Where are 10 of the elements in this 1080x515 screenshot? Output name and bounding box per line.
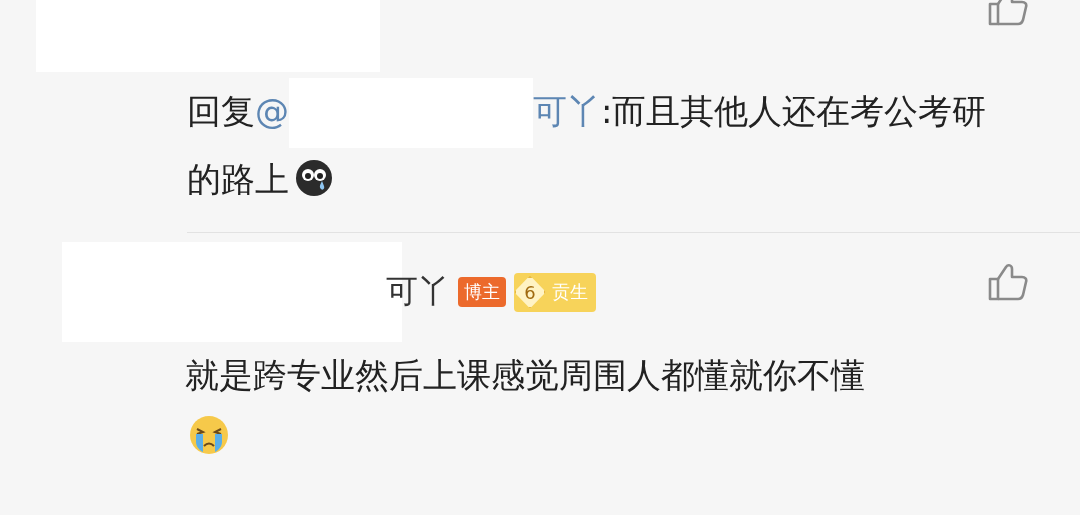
mention-link[interactable]: @ bbox=[255, 90, 289, 131]
comment-text: 就是跨专业然后上课感觉周围人都懂就你不懂 bbox=[185, 354, 866, 397]
rank-badge: 6 贡生 bbox=[514, 272, 596, 312]
username[interactable]: 可丫 bbox=[386, 270, 450, 314]
crying-emoji-icon bbox=[295, 159, 333, 197]
mention-link[interactable]: 可丫 bbox=[533, 90, 601, 131]
reply-text: 回复@ 可丫:而且其他人还在考公考研的路上 bbox=[187, 78, 987, 210]
blogger-badge: 博主 bbox=[458, 277, 506, 307]
crying-emoji-icon bbox=[188, 414, 230, 456]
thumbs-up-icon[interactable] bbox=[988, 263, 1028, 301]
